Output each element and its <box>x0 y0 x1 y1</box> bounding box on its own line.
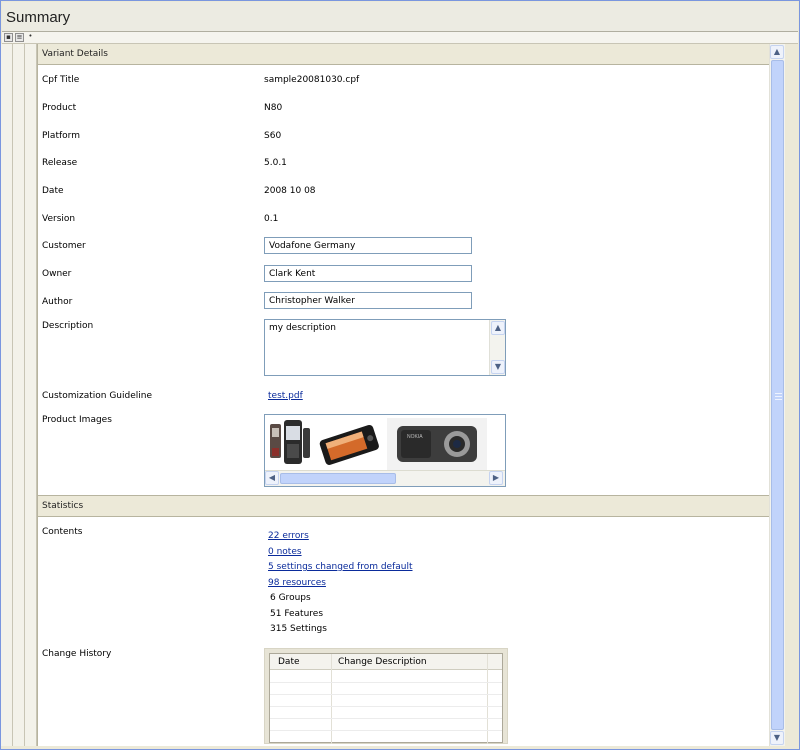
phone-image-3[interactable]: NOKIA <box>387 418 487 470</box>
images-scrollbar[interactable]: ◀ ▶ <box>265 470 505 486</box>
description-label: Description <box>42 321 94 331</box>
settings-count: 315 Settings <box>270 624 327 634</box>
change-history-panel: Date Change Description <box>264 648 508 744</box>
chevron-up-icon[interactable]: ▲ <box>491 321 505 335</box>
customer-field[interactable]: Vodafone Germany <box>264 237 472 254</box>
notes-link[interactable]: 0 notes <box>268 547 302 557</box>
chevron-down-icon[interactable]: ▼ <box>770 731 784 745</box>
chevron-left-icon[interactable]: ◀ <box>265 471 279 485</box>
change-history-table[interactable]: Date Change Description <box>269 653 503 744</box>
chevron-up-icon[interactable]: ▲ <box>770 45 784 59</box>
grip-line <box>775 396 782 397</box>
variant-details-title: Variant Details <box>42 49 108 59</box>
author-field[interactable]: Christopher Walker <box>264 292 472 309</box>
owner-field[interactable]: Clark Kent <box>264 265 472 282</box>
main-scrollbar[interactable]: ▲ ▼ <box>769 44 785 746</box>
version-value: 0.1 <box>264 214 279 224</box>
table-row <box>270 694 502 695</box>
pin-button[interactable]: • <box>26 33 35 42</box>
product-images-label: Product Images <box>42 415 112 425</box>
grip-line <box>775 399 782 400</box>
author-label: Author <box>42 297 73 307</box>
phone-image-2[interactable] <box>317 418 381 470</box>
release-value: 5.0.1 <box>264 158 287 168</box>
customer-label: Customer <box>42 241 86 251</box>
table-row <box>270 718 502 719</box>
images-scroll-thumb[interactable] <box>280 473 396 484</box>
date-column-header[interactable]: Date <box>278 657 300 667</box>
variant-details-header: Variant Details <box>38 44 769 65</box>
platform-label: Platform <box>42 131 80 141</box>
date-label: Date <box>42 186 64 196</box>
gutter-right <box>25 44 37 746</box>
table-header: Date Change Description <box>270 654 502 670</box>
main-scroll-thumb[interactable] <box>771 60 784 730</box>
release-label: Release <box>42 158 78 168</box>
cpf-title-label: Cpf Title <box>42 75 80 85</box>
svg-text:NOKIA: NOKIA <box>407 434 423 440</box>
features-count: 51 Features <box>270 609 324 619</box>
changed-settings-link[interactable]: 5 settings changed from default <box>268 562 413 572</box>
owner-label: Owner <box>42 269 72 279</box>
resources-link[interactable]: 98 resources <box>268 578 326 588</box>
description-scrollbar[interactable]: ▲ ▼ <box>489 320 505 375</box>
chevron-down-icon[interactable]: ▼ <box>491 360 505 374</box>
version-label: Version <box>42 214 76 224</box>
product-images-panel[interactable]: NOKIA ◀ ▶ <box>264 414 506 487</box>
grip-line <box>775 393 782 394</box>
guideline-label: Customization Guideline <box>42 391 152 401</box>
contents-label: Contents <box>42 527 83 537</box>
description-text: my description <box>269 323 336 333</box>
gutter-left <box>1 44 13 746</box>
cpf-title-value: sample20081030.cpf <box>264 75 360 85</box>
summary-form: Variant Details Cpf Title sample20081030… <box>37 44 769 746</box>
menu-button[interactable]: ≡ <box>15 33 24 42</box>
product-label: Product <box>42 103 77 113</box>
description-textarea[interactable]: my description ▲ ▼ <box>264 319 506 376</box>
platform-value: S60 <box>264 131 282 141</box>
change-description-column-header[interactable]: Change Description <box>338 657 427 667</box>
guideline-link[interactable]: test.pdf <box>268 391 303 401</box>
summary-window: Summary ▪ ≡ • Variant Details Cpf Title … <box>0 0 800 750</box>
title-bar: Summary <box>2 2 798 32</box>
product-value: N80 <box>264 103 283 113</box>
groups-count: 6 Groups <box>270 593 311 603</box>
table-row <box>270 682 502 683</box>
chevron-right-icon[interactable]: ▶ <box>489 471 503 485</box>
table-row <box>270 706 502 707</box>
statistics-header: Statistics <box>38 495 769 517</box>
statistics-title: Statistics <box>42 501 84 511</box>
window-title: Summary <box>6 9 71 26</box>
table-row <box>270 730 502 731</box>
toolbar: ▪ ≡ • <box>2 32 798 44</box>
change-history-label: Change History <box>42 649 112 659</box>
collapse-button[interactable]: ▪ <box>4 33 13 42</box>
phone-image-1[interactable] <box>269 418 311 470</box>
errors-link[interactable]: 22 errors <box>268 531 309 541</box>
date-value: 2008 10 08 <box>264 186 316 196</box>
right-margin <box>785 44 799 746</box>
gutter-mid <box>13 44 25 746</box>
